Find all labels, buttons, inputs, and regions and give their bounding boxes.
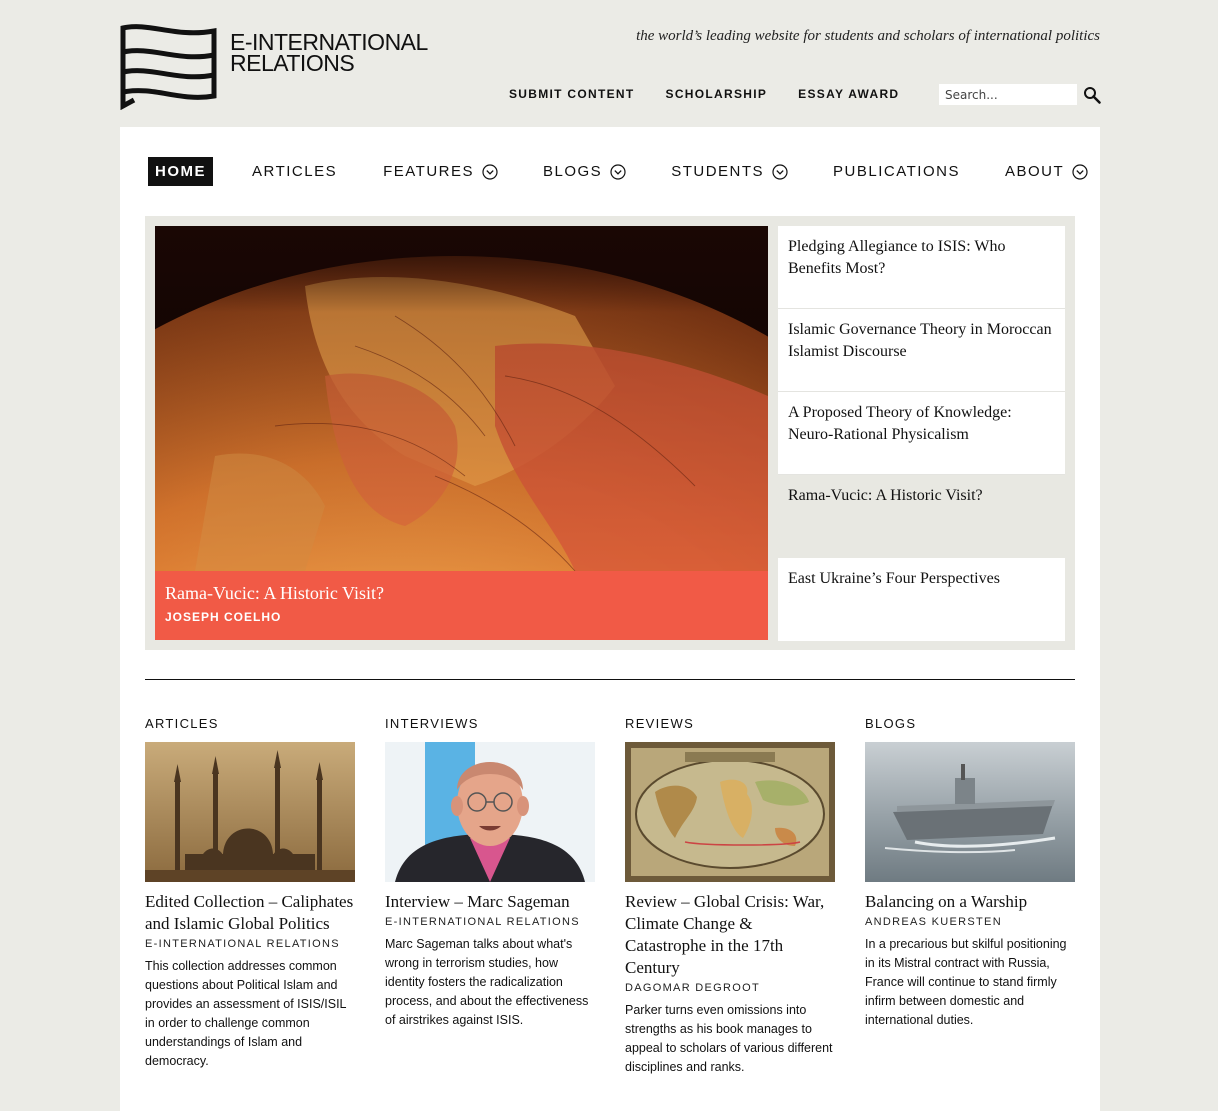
- column-author: E-INTERNATIONAL RELATIONS: [145, 938, 340, 950]
- site-tagline: the world’s leading website for students…: [636, 28, 1100, 44]
- column-author: DAGOMAR DEGROOT: [625, 982, 761, 994]
- column-heading[interactable]: REVIEWS: [625, 716, 835, 734]
- chevron-down-icon: [1072, 163, 1088, 180]
- featured-list-item[interactable]: Islamic Governance Theory in Moroccan Is…: [778, 309, 1065, 392]
- main-nav: HOME ARTICLES FEATURES BLOGS STUDENTS PU…: [148, 157, 1088, 186]
- chevron-down-icon: [482, 163, 498, 180]
- flag-logo-icon: [120, 24, 217, 110]
- column-title[interactable]: Interview – Marc Sageman: [385, 891, 595, 913]
- column-summary: This collection addresses common questio…: [145, 959, 347, 1068]
- nav-blogs[interactable]: BLOGS: [543, 157, 626, 186]
- featured-list: Pledging Allegiance to ISIS: Who Benefit…: [778, 226, 1065, 641]
- antique-map-image[interactable]: [625, 742, 835, 882]
- nav-blogs-label: BLOGS: [543, 163, 603, 180]
- featured-list-item-current[interactable]: Rama-Vucic: A Historic Visit?: [778, 475, 1065, 558]
- column-title[interactable]: Review – Global Crisis: War, Climate Cha…: [625, 891, 835, 979]
- featured-list-item[interactable]: A Proposed Theory of Knowledge: Neuro-Ra…: [778, 392, 1065, 475]
- top-nav: SUBMIT CONTENT SCHOLARSHIP ESSAY AWARD: [509, 87, 930, 101]
- nav-about[interactable]: ABOUT: [1005, 157, 1088, 186]
- nav-publications[interactable]: PUBLICATIONS: [833, 157, 960, 186]
- column-heading[interactable]: INTERVIEWS: [385, 716, 595, 734]
- column-title[interactable]: Balancing on a Warship: [865, 891, 1075, 913]
- main-panel: HOME ARTICLES FEATURES BLOGS STUDENTS PU…: [120, 127, 1100, 1111]
- featured-slider: Rama-Vucic: A Historic Visit? JOSEPH COE…: [145, 216, 1075, 650]
- column-title[interactable]: Edited Collection – Caliphates and Islam…: [145, 891, 355, 935]
- nav-students-label: STUDENTS: [671, 163, 765, 180]
- nav-features-label: FEATURES: [383, 163, 474, 180]
- submit-content-link[interactable]: SUBMIT CONTENT: [509, 87, 635, 101]
- site-logo[interactable]: E-INTERNATIONAL RELATIONS: [120, 24, 440, 110]
- column-heading[interactable]: ARTICLES: [145, 716, 355, 734]
- column-summary: Marc Sageman talks about what's wrong in…: [385, 937, 589, 1027]
- hero-title[interactable]: Rama-Vucic: A Historic Visit?: [165, 583, 758, 604]
- logo-wordmark: E-INTERNATIONAL RELATIONS: [230, 31, 428, 76]
- nav-features[interactable]: FEATURES: [383, 157, 498, 186]
- column-heading[interactable]: BLOGS: [865, 716, 1075, 734]
- column-summary: Parker turns even omissions into strengt…: [625, 1003, 833, 1074]
- chevron-down-icon: [610, 163, 626, 180]
- column-author: ANDREAS KUERSTEN: [865, 916, 1002, 928]
- nav-home[interactable]: HOME: [148, 157, 213, 186]
- column-summary: In a precarious but skilful positioning …: [865, 937, 1067, 1027]
- chevron-down-icon: [772, 163, 788, 180]
- hero-author: JOSEPH COELHO: [165, 610, 282, 624]
- featured-hero[interactable]: Rama-Vucic: A Historic Visit? JOSEPH COE…: [155, 226, 768, 640]
- nav-articles[interactable]: ARTICLES: [252, 157, 337, 186]
- nav-articles-label: ARTICLES: [252, 163, 338, 180]
- nav-about-label: ABOUT: [1004, 163, 1065, 180]
- globe-image: [155, 226, 768, 571]
- essay-award-link[interactable]: ESSAY AWARD: [798, 87, 899, 101]
- warship-image[interactable]: [865, 742, 1075, 882]
- column-author: E-INTERNATIONAL RELATIONS: [385, 916, 580, 928]
- nav-students[interactable]: STUDENTS: [671, 157, 788, 186]
- hero-caption: Rama-Vucic: A Historic Visit? JOSEPH COE…: [155, 571, 768, 640]
- featured-list-item[interactable]: Pledging Allegiance to ISIS: Who Benefit…: [778, 226, 1065, 309]
- search-input[interactable]: [939, 84, 1077, 105]
- portrait-image[interactable]: [385, 742, 595, 882]
- featured-list-item[interactable]: East Ukraine’s Four Perspectives: [778, 558, 1065, 641]
- nav-publications-label: PUBLICATIONS: [833, 163, 960, 180]
- blogs-column: BLOGS Balancing on a Warship ANDREAS KUE…: [865, 716, 1075, 1030]
- reviews-column: REVIEWS Review – Global Crisis: War, Cli…: [625, 716, 835, 1077]
- scholarship-link[interactable]: SCHOLARSHIP: [666, 87, 768, 101]
- nav-home-label: HOME: [155, 163, 206, 180]
- mosque-image[interactable]: [145, 742, 355, 882]
- search-icon[interactable]: [1083, 86, 1101, 104]
- logo-line-2: RELATIONS: [230, 50, 355, 76]
- interviews-column: INTERVIEWS Interview – Marc Sageman E-IN…: [385, 716, 595, 1030]
- section-divider: [145, 679, 1075, 680]
- articles-column: ARTICLES Edited Collection – Caliphates …: [145, 716, 355, 1071]
